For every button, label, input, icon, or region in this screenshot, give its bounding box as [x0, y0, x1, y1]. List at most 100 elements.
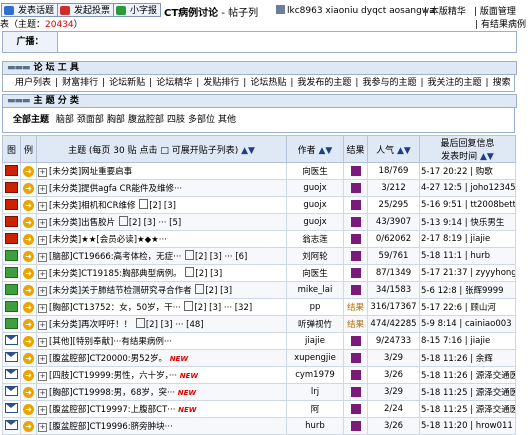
page-links[interactable]: [2] [3] ··· [48] [146, 320, 204, 330]
category-link[interactable]: 颈面部 [77, 115, 104, 125]
author-cell[interactable]: xupengjie [286, 349, 344, 367]
topic-cell[interactable]: + [四肢]CT19999:男性，六十岁，··· NEW [36, 366, 287, 384]
last-reply-cell[interactable]: 5-17 20:22 | 购歌 [419, 162, 516, 180]
arrow-icon[interactable]: ➜ [23, 421, 34, 432]
last-reply-cell[interactable]: 5-18 11:26 | 源泽交通医院 [419, 366, 516, 384]
tool-link[interactable]: 论坛精华 [156, 78, 192, 88]
topic-cell[interactable]: + [其他][特别奉献]···有结果病例··· [36, 332, 287, 350]
online-users[interactable]: lkc8963 xiaoniu dyqct aosangwa [276, 5, 435, 16]
topic-title[interactable]: [未分类]提供agfa CR能件及维修··· [49, 184, 182, 194]
table-row[interactable]: ➜ + [未分类]相机和CR维修 [2] [3] guojx 25/295 5-16 9:… [2, 196, 516, 214]
arrow-icon[interactable]: ➜ [23, 268, 34, 279]
tool-link[interactable]: 论坛新贴 [109, 78, 145, 88]
table-row[interactable]: ➜ + [未分类]提供agfa CR能件及维修··· guojx 3/212 4-27 1… [2, 179, 516, 197]
topic-title[interactable]: [胸部]CT19998:男，68岁，突··· [49, 388, 175, 398]
example-cell[interactable]: ➜ [20, 230, 37, 248]
topic-title[interactable]: [腹盆腔部]CT20000:男52岁。 [49, 354, 167, 364]
author-cell[interactable]: pp [286, 298, 344, 316]
topic-title[interactable]: [未分类]关于肺结节检测研究寻合作者 [49, 286, 192, 296]
table-row[interactable]: ➜ + [腹盆腔部]CT20000:男52岁。 NEW xupengjie 3/29 5-… [2, 349, 516, 367]
arrow-icon[interactable]: ➜ [23, 234, 34, 245]
topic-cell[interactable]: + [腹盆腔部]CT20000:男52岁。 NEW [36, 349, 287, 367]
header-last[interactable]: 最后回复信息 发表时间 ▲▼ [419, 135, 516, 163]
expand-icon[interactable]: + [38, 372, 47, 381]
category-link[interactable]: 其他 [218, 115, 236, 125]
author-cell[interactable]: 翁志莲 [286, 230, 344, 248]
last-reply-cell[interactable]: 5-18 11:25 | 源泽交通医院 [419, 400, 516, 418]
table-row[interactable]: ➜ + [四肢]CT19999:男性，六十岁，··· NEW cym1979 3/26 5… [2, 366, 516, 384]
last-reply-cell[interactable]: 5-17 22:6 | 顾山河 [419, 298, 516, 316]
expand-icon[interactable]: + [38, 202, 47, 211]
author-cell[interactable]: guojx [286, 196, 344, 214]
example-cell[interactable]: ➜ [20, 247, 37, 265]
expand-icon[interactable]: + [38, 389, 47, 398]
tool-link[interactable]: 我参与的主题 [362, 78, 416, 88]
tool-link[interactable]: 论坛热贴 [250, 78, 286, 88]
author-cell[interactable]: guojx [286, 213, 344, 231]
header-author[interactable]: 作者 ▲▼ [286, 135, 344, 163]
arrow-icon[interactable]: ➜ [23, 353, 34, 364]
last-reply-cell[interactable]: 8-15 7:16 | jiajie [419, 332, 516, 350]
topic-title[interactable]: [四肢]CT19999:男性，六十岁，··· [49, 371, 177, 381]
admin-link[interactable]: | 版面管理 [474, 4, 516, 17]
last-reply-cell[interactable]: 5-18 11:26 | 余辉 [419, 349, 516, 367]
arrow-icon[interactable]: ➜ [23, 387, 34, 398]
topic-cell[interactable]: + [未分类]提供agfa CR能件及维修··· [36, 179, 287, 197]
post-topic-button[interactable]: 发表话题 [1, 3, 59, 17]
topic-title[interactable]: [腹盆腔部]CT19997:上腹部CT··· [49, 405, 175, 415]
table-row[interactable]: ➜ + [腹盆腔部]CT19997:上腹部CT··· NEW 阿 2/24 5-18 11… [2, 400, 516, 418]
topic-title[interactable]: [脑部]CT19666:高考体检，无症··· [49, 252, 181, 262]
topic-cell[interactable]: + [未分类]出售胶片 [2] [3] ··· [5] [36, 213, 287, 231]
page-links[interactable]: [2] [3] ··· [5] [129, 218, 181, 228]
table-row[interactable]: ➜ + [未分类]CT19185:胸部典型病例。 [2] [3] 向医生 87/1349… [2, 264, 516, 282]
table-row[interactable]: ➜ + [未分类]出售胶片 [2] [3] ··· [5] guojx 43/3907 5… [2, 213, 516, 231]
topic-cell[interactable]: + [脑部]CT19666:高考体检，无症··· [2] [3] ··· [6] [36, 247, 287, 265]
table-row[interactable]: ➜ + [未分类]关于肺结节检测研究寻合作者 [2] [3] mike_lai 34/1… [2, 281, 516, 299]
table-row[interactable]: ➜ + [未分类]再次呼吁！！ [2] [3] ··· [48] 听弹视竹 结果 474/… [2, 315, 516, 333]
tool-link[interactable]: 财富排行 [62, 78, 98, 88]
expand-icon[interactable]: + [38, 321, 47, 330]
author-cell[interactable]: 听弹视竹 [286, 315, 344, 333]
topic-cell[interactable]: + [胸部]CT13752：女，50岁，干··· [2] [3] ··· [32] [36, 298, 287, 316]
table-row[interactable]: ➜ + [其他][特别奉献]···有结果病例··· jiajie 9/24733 8-15… [2, 332, 516, 350]
topic-cell[interactable]: + [未分类]关于肺结节检测研究寻合作者 [2] [3] [36, 281, 287, 299]
results-cases-link[interactable]: | 有结果病例 [475, 17, 526, 30]
example-cell[interactable]: ➜ [20, 179, 37, 197]
tool-link[interactable]: 我发布的主题 [297, 78, 351, 88]
last-reply-cell[interactable]: 5-18 11:1 | hurb [419, 247, 516, 265]
author-cell[interactable]: guojx [286, 179, 344, 197]
example-cell[interactable]: ➜ [20, 417, 37, 435]
author-cell[interactable]: hurb [286, 417, 344, 435]
table-row[interactable]: ➜ + [腹盆腔部]CT19996:脐旁肿块··· hurb 3/26 5-18 11:2… [2, 417, 516, 435]
topic-cell[interactable]: + [腹盆腔部]CT19996:脐旁肿块··· [36, 417, 287, 435]
table-row[interactable]: ➜ + [胸部]CT19998:男，68岁，突··· NEW lrj 3/29 5-18 … [2, 383, 516, 401]
arrow-icon[interactable]: ➜ [23, 319, 34, 330]
topic-cell[interactable]: + [未分类]★★[会员必读]★◆★··· [36, 230, 287, 248]
example-cell[interactable]: ➜ [20, 366, 37, 384]
expand-icon[interactable]: + [38, 406, 47, 415]
example-cell[interactable]: ➜ [20, 400, 37, 418]
header-hits[interactable]: 人气 ▲▼ [367, 135, 420, 163]
example-cell[interactable]: ➜ [20, 383, 37, 401]
category-link[interactable]: 胸部 [107, 115, 125, 125]
table-row[interactable]: ➜ + [未分类]网址重要启事 向医生 18/769 5-17 20:22 | 购歌 [2, 162, 516, 180]
page-links[interactable]: [2] [3] ··· [32] [194, 303, 252, 313]
page-links[interactable]: [2] [3] [195, 269, 222, 279]
example-cell[interactable]: ➜ [20, 349, 37, 367]
topic-cell[interactable]: + [未分类]再次呼吁！！ [2] [3] ··· [48] [36, 315, 287, 333]
category-link[interactable]: 四肢 [167, 115, 185, 125]
expand-icon[interactable]: + [38, 236, 47, 245]
table-row[interactable]: ➜ + [未分类]★★[会员必读]★◆★··· 翁志莲 0/62062 2-17 8:19… [2, 230, 516, 248]
category-link[interactable]: 腹盆腔部 [128, 115, 164, 125]
tool-link[interactable]: 发贴排行 [203, 78, 239, 88]
expand-icon[interactable]: + [38, 168, 47, 177]
last-reply-cell[interactable]: 5-17 21:37 | zyyyhong [419, 264, 516, 282]
start-vote-button[interactable]: 发起投票 [57, 3, 115, 17]
expand-icon[interactable]: + [38, 219, 47, 228]
arrow-icon[interactable]: ➜ [23, 183, 34, 194]
last-reply-cell[interactable]: 5-18 11:20 | hrow011 [419, 417, 516, 435]
example-cell[interactable]: ➜ [20, 264, 37, 282]
topic-cell[interactable]: + [胸部]CT19998:男，68岁，突··· NEW [36, 383, 287, 401]
expand-icon[interactable]: + [38, 287, 47, 296]
tool-link[interactable]: 搜索 [493, 78, 511, 88]
